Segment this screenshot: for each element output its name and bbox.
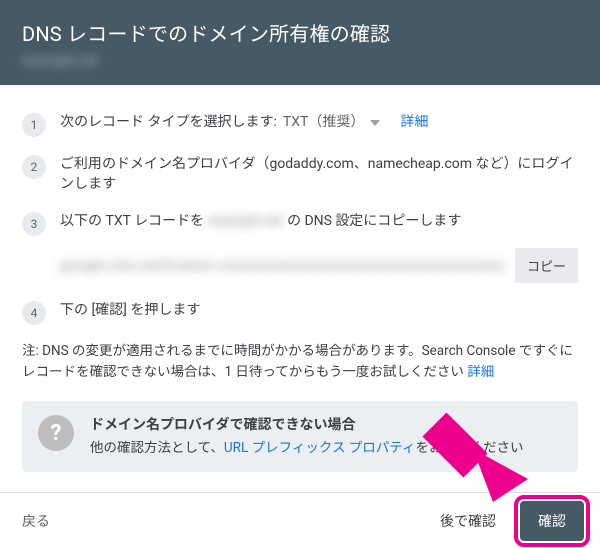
step4-text: 下の [確認] を押します (60, 301, 578, 321)
record-type-value: TXT（推奨） (283, 113, 364, 133)
step-number: 2 (22, 155, 46, 179)
step-number: 4 (22, 301, 46, 325)
step3-text: 以下の TXT レコードを example.set の DNS 設定にコピーしま… (60, 212, 578, 232)
domain-name-blurred: example.set (22, 53, 578, 69)
step2-text: ご利用のドメイン名プロバイダ（godaddy.com、namecheap.com… (60, 155, 578, 194)
record-type-dropdown[interactable]: TXT（推奨） (283, 113, 380, 133)
step-number: 3 (22, 212, 46, 236)
step1-label: 次のレコード タイプを選択します: (60, 113, 277, 133)
dialog-header: DNS レコードでのドメイン所有権の確認 example.set (0, 0, 600, 85)
step-3: 3 以下の TXT レコードを example.set の DNS 設定にコピー… (22, 212, 578, 236)
copy-button[interactable]: コピー (515, 248, 578, 283)
dialog-title: DNS レコードでのドメイン所有権の確認 (22, 18, 578, 47)
chevron-down-icon (370, 120, 380, 126)
step-1: 1 次のレコード タイプを選択します: TXT（推奨） 詳細 (22, 113, 578, 137)
info-text: ドメイン名プロバイダで確認できない場合 他の確認方法として、URL プレフィック… (90, 415, 562, 458)
txt-record-row: google-site-verification=xxxxxxxxxxxxxxx… (60, 248, 578, 283)
step1-detail-link[interactable]: 詳細 (400, 113, 428, 133)
url-prefix-link[interactable]: URL プレフィックス プロパティ (224, 440, 416, 456)
dialog-footer: 戻る 後で確認 確認 (0, 492, 600, 548)
step-text: 次のレコード タイプを選択します: TXT（推奨） 詳細 (60, 113, 578, 133)
step-4: 4 下の [確認] を押します (22, 301, 578, 325)
verify-later-button[interactable]: 後で確認 (430, 503, 506, 539)
note-detail-link[interactable]: 詳細 (467, 364, 494, 380)
step-number: 1 (22, 113, 46, 137)
note-text: 注: DNS の変更が適用されるまでに時間がかかる場合があります。Search … (22, 341, 578, 383)
domain-blurred: example.set (208, 213, 284, 229)
back-button[interactable]: 戻る (22, 511, 50, 531)
question-icon: ? (38, 415, 74, 451)
txt-record-value-blurred[interactable]: google-site-verification=xxxxxxxxxxxxxxx… (60, 258, 505, 274)
confirm-button[interactable]: 確認 (520, 501, 584, 541)
step-2: 2 ご利用のドメイン名プロバイダ（godaddy.com、namecheap.c… (22, 155, 578, 194)
info-box: ? ドメイン名プロバイダで確認できない場合 他の確認方法として、URL プレフィ… (22, 401, 578, 472)
info-title: ドメイン名プロバイダで確認できない場合 (90, 415, 562, 436)
dialog-body: 1 次のレコード タイプを選択します: TXT（推奨） 詳細 2 ご利用のドメイ… (0, 85, 600, 472)
